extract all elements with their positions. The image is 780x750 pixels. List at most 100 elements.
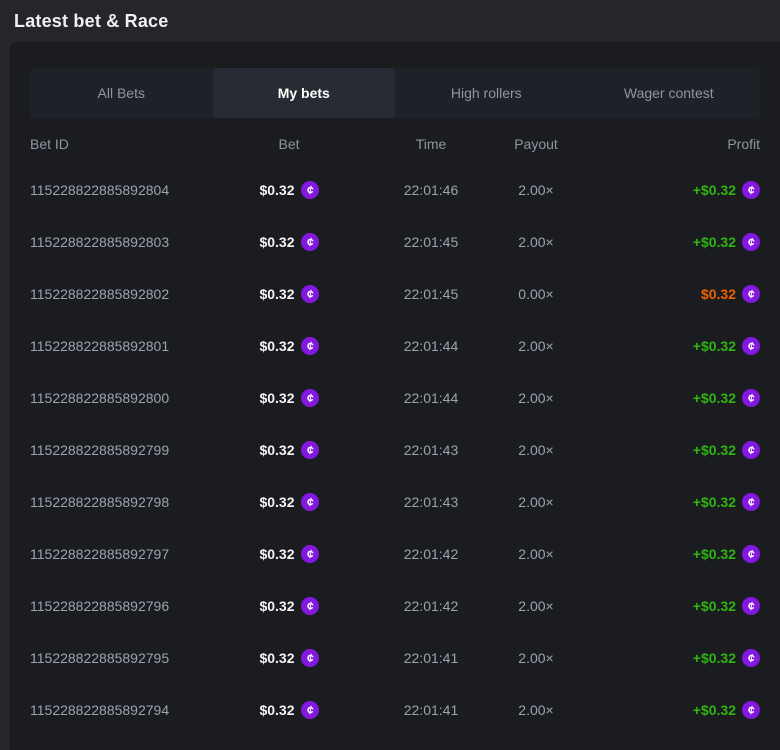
bet-profit: +$0.32 ¢ <box>558 493 760 511</box>
table-row[interactable]: 115228822885892802 $0.32 ¢ 22:01:45 0.00… <box>10 268 780 320</box>
column-header-profit: Profit <box>558 136 760 152</box>
table-row[interactable]: 115228822885892804 $0.32 ¢ 22:01:46 2.00… <box>10 164 780 216</box>
table-row[interactable]: 115228822885892796 $0.32 ¢ 22:01:42 2.00… <box>10 580 780 632</box>
bet-profit: +$0.32 ¢ <box>558 597 760 615</box>
bet-profit: +$0.32 ¢ <box>558 701 760 719</box>
bet-payout: 2.00× <box>514 598 558 614</box>
bet-time: 22:01:42 <box>348 546 514 562</box>
page-title: Latest bet & Race <box>14 11 168 32</box>
bet-payout: 2.00× <box>514 390 558 406</box>
bet-payout: 2.00× <box>514 546 558 562</box>
bet-payout: 2.00× <box>514 234 558 250</box>
tab-all-bets[interactable]: All Bets <box>30 68 213 118</box>
bet-time: 22:01:44 <box>348 390 514 406</box>
column-header-bet: Bet <box>230 136 348 152</box>
tab-high-rollers[interactable]: High rollers <box>395 68 578 118</box>
coin-icon: ¢ <box>301 493 319 511</box>
coin-icon: ¢ <box>742 285 760 303</box>
coin-icon: ¢ <box>301 285 319 303</box>
bet-id: 115228822885892798 <box>30 494 230 510</box>
bet-time: 22:01:45 <box>348 286 514 302</box>
bet-amount: $0.32 ¢ <box>230 337 348 355</box>
table-body: 115228822885892804 $0.32 ¢ 22:01:46 2.00… <box>10 164 780 736</box>
tab-wager-contest[interactable]: Wager contest <box>578 68 761 118</box>
table-row[interactable]: 115228822885892801 $0.32 ¢ 22:01:44 2.00… <box>10 320 780 372</box>
table-row[interactable]: 115228822885892800 $0.32 ¢ 22:01:44 2.00… <box>10 372 780 424</box>
coin-icon: ¢ <box>742 597 760 615</box>
bet-amount: $0.32 ¢ <box>230 285 348 303</box>
tab-bar: All Bets My bets High rollers Wager cont… <box>30 68 760 118</box>
bet-id: 115228822885892794 <box>30 702 230 718</box>
bet-time: 22:01:41 <box>348 650 514 666</box>
coin-icon: ¢ <box>301 337 319 355</box>
bet-profit: +$0.32 ¢ <box>558 181 760 199</box>
bet-id: 115228822885892796 <box>30 598 230 614</box>
bet-id: 115228822885892802 <box>30 286 230 302</box>
bet-profit: $0.32 ¢ <box>558 285 760 303</box>
coin-icon: ¢ <box>742 649 760 667</box>
bets-panel: All Bets My bets High rollers Wager cont… <box>10 42 780 750</box>
bet-amount: $0.32 ¢ <box>230 233 348 251</box>
bet-time: 22:01:43 <box>348 494 514 510</box>
bet-profit: +$0.32 ¢ <box>558 649 760 667</box>
bet-payout: 2.00× <box>514 182 558 198</box>
coin-icon: ¢ <box>742 337 760 355</box>
bet-amount: $0.32 ¢ <box>230 441 348 459</box>
bet-id: 115228822885892801 <box>30 338 230 354</box>
bet-id: 115228822885892797 <box>30 546 230 562</box>
coin-icon: ¢ <box>301 389 319 407</box>
bet-id: 115228822885892799 <box>30 442 230 458</box>
coin-icon: ¢ <box>301 597 319 615</box>
coin-icon: ¢ <box>742 181 760 199</box>
bet-profit: +$0.32 ¢ <box>558 441 760 459</box>
coin-icon: ¢ <box>742 441 760 459</box>
table-row[interactable]: 115228822885892799 $0.32 ¢ 22:01:43 2.00… <box>10 424 780 476</box>
bet-id: 115228822885892804 <box>30 182 230 198</box>
bet-id: 115228822885892803 <box>30 234 230 250</box>
bet-payout: 2.00× <box>514 494 558 510</box>
bet-amount: $0.32 ¢ <box>230 701 348 719</box>
column-header-time: Time <box>348 136 514 152</box>
coin-icon: ¢ <box>301 701 319 719</box>
bet-time: 22:01:42 <box>348 598 514 614</box>
table-row[interactable]: 115228822885892797 $0.32 ¢ 22:01:42 2.00… <box>10 528 780 580</box>
bet-id: 115228822885892795 <box>30 650 230 666</box>
bet-payout: 2.00× <box>514 702 558 718</box>
table-row[interactable]: 115228822885892794 $0.32 ¢ 22:01:41 2.00… <box>10 684 780 736</box>
bet-time: 22:01:45 <box>348 234 514 250</box>
bet-payout: 0.00× <box>514 286 558 302</box>
coin-icon: ¢ <box>301 545 319 563</box>
table-header: Bet ID Bet Time Payout Profit <box>10 124 780 164</box>
bet-time: 22:01:43 <box>348 442 514 458</box>
bet-profit: +$0.32 ¢ <box>558 233 760 251</box>
bet-amount: $0.32 ¢ <box>230 389 348 407</box>
bet-amount: $0.32 ¢ <box>230 493 348 511</box>
bet-profit: +$0.32 ¢ <box>558 337 760 355</box>
bet-amount: $0.32 ¢ <box>230 545 348 563</box>
bet-payout: 2.00× <box>514 442 558 458</box>
bet-id: 115228822885892800 <box>30 390 230 406</box>
bet-amount: $0.32 ¢ <box>230 649 348 667</box>
coin-icon: ¢ <box>301 649 319 667</box>
table-row[interactable]: 115228822885892803 $0.32 ¢ 22:01:45 2.00… <box>10 216 780 268</box>
coin-icon: ¢ <box>301 441 319 459</box>
table-row[interactable]: 115228822885892795 $0.32 ¢ 22:01:41 2.00… <box>10 632 780 684</box>
bet-time: 22:01:44 <box>348 338 514 354</box>
coin-icon: ¢ <box>301 181 319 199</box>
coin-icon: ¢ <box>742 233 760 251</box>
bet-payout: 2.00× <box>514 338 558 354</box>
page-header: Latest bet & Race <box>0 0 780 42</box>
bet-profit: +$0.32 ¢ <box>558 545 760 563</box>
bet-time: 22:01:46 <box>348 182 514 198</box>
bet-profit: +$0.32 ¢ <box>558 389 760 407</box>
bet-time: 22:01:41 <box>348 702 514 718</box>
table-row[interactable]: 115228822885892798 $0.32 ¢ 22:01:43 2.00… <box>10 476 780 528</box>
tab-my-bets[interactable]: My bets <box>213 68 396 118</box>
coin-icon: ¢ <box>742 493 760 511</box>
coin-icon: ¢ <box>742 701 760 719</box>
column-header-payout: Payout <box>514 136 558 152</box>
coin-icon: ¢ <box>301 233 319 251</box>
column-header-bet-id: Bet ID <box>30 136 230 152</box>
bet-payout: 2.00× <box>514 650 558 666</box>
bet-amount: $0.32 ¢ <box>230 597 348 615</box>
